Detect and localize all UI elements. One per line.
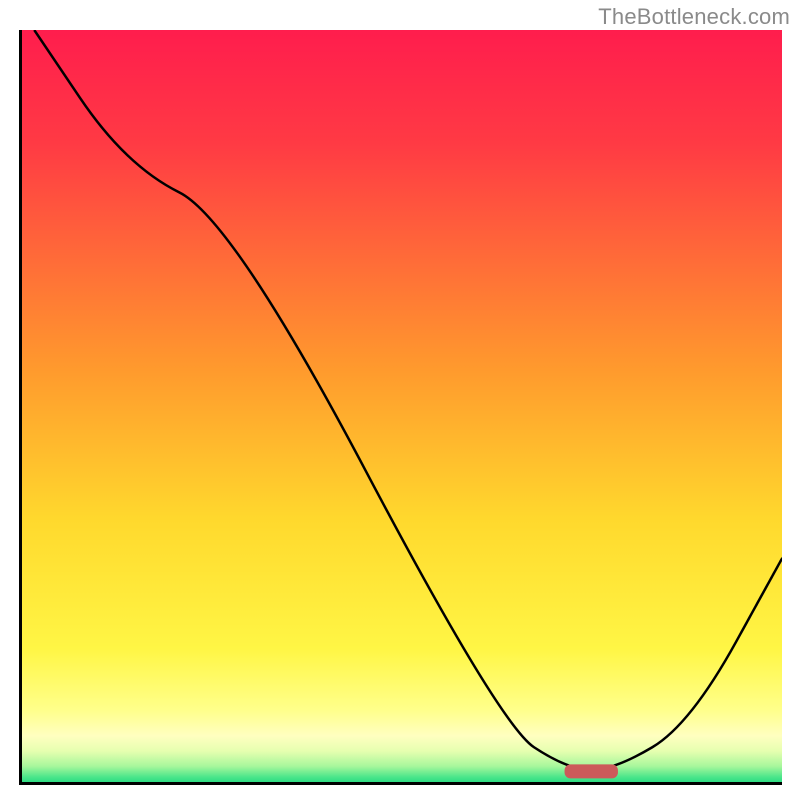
watermark-text: TheBottleneck.com bbox=[598, 4, 790, 30]
bottleneck-chart bbox=[19, 30, 782, 785]
gradient-background bbox=[19, 30, 782, 785]
optimum-marker bbox=[565, 764, 618, 778]
